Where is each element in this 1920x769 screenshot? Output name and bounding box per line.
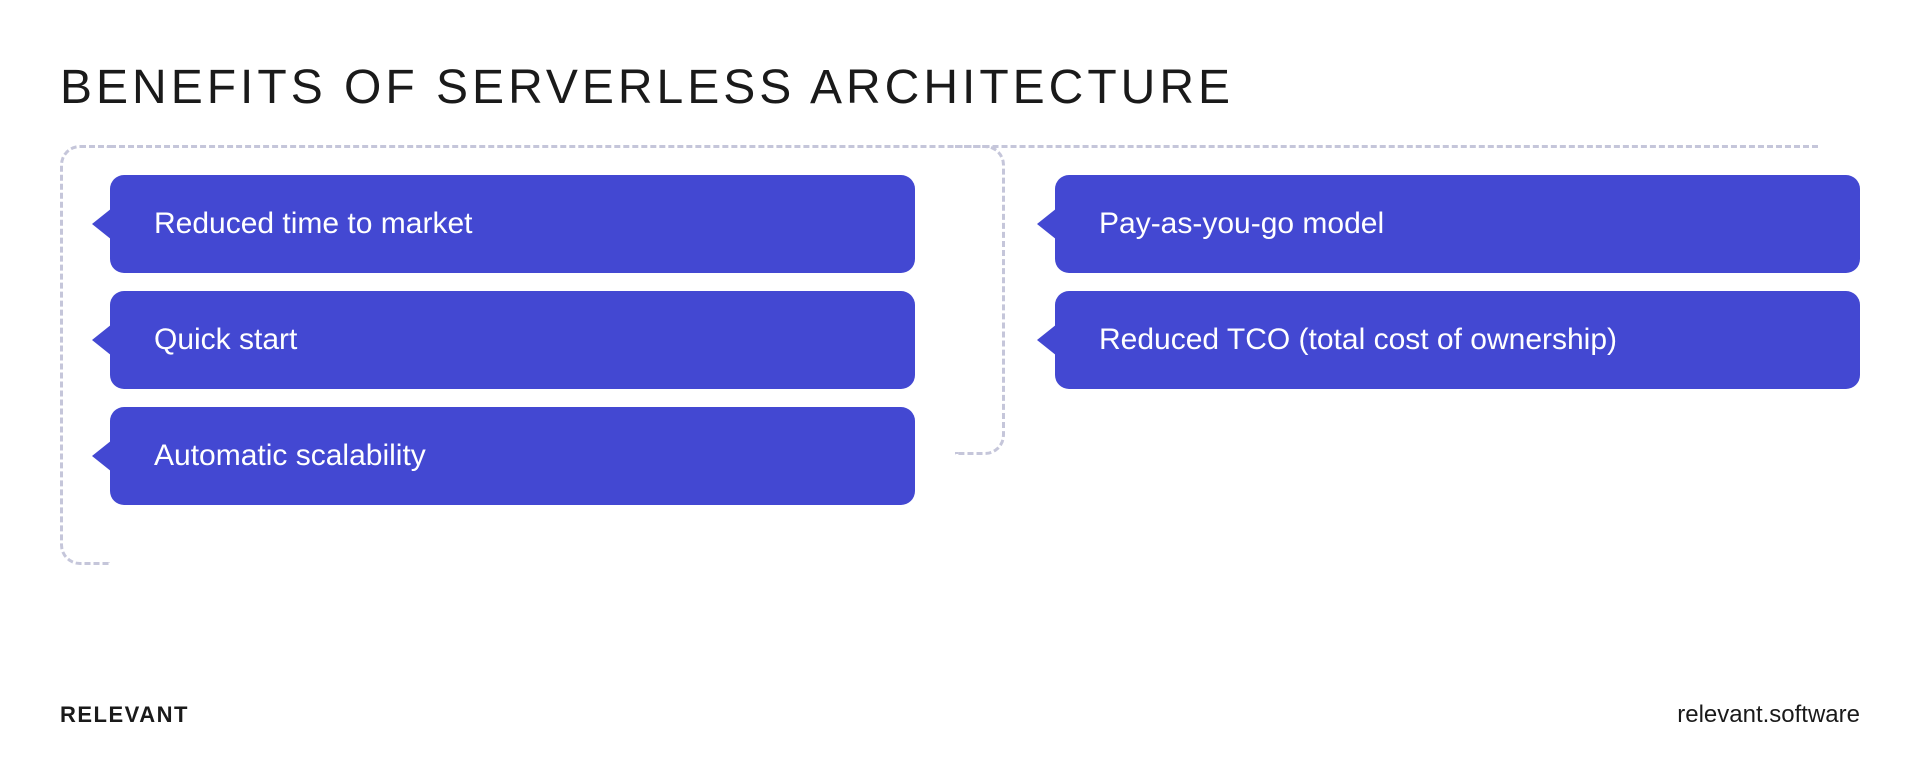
benefit-item: Reduced TCO (total cost of ownership) (1055, 291, 1860, 389)
benefit-item: Automatic scalability (110, 407, 915, 505)
benefit-item: Quick start (110, 291, 915, 389)
benefit-item: Pay-as-you-go model (1055, 175, 1860, 273)
dashed-connector-left (60, 145, 110, 565)
website-url: relevant.software (1677, 701, 1860, 729)
benefits-diagram: Reduced time to market Quick start Autom… (60, 175, 1860, 505)
benefits-column-left: Reduced time to market Quick start Autom… (60, 175, 915, 505)
footer: RELEVANT relevant.software (60, 701, 1860, 729)
dashed-connector-right (955, 145, 1005, 455)
brand-name: RELEVANT (60, 702, 189, 728)
benefit-item: Reduced time to market (110, 175, 915, 273)
page-title: BENEFITS OF SERVERLESS ARCHITECTURE (60, 60, 1860, 115)
benefits-column-right: Pay-as-you-go model Reduced TCO (total c… (1005, 175, 1860, 505)
